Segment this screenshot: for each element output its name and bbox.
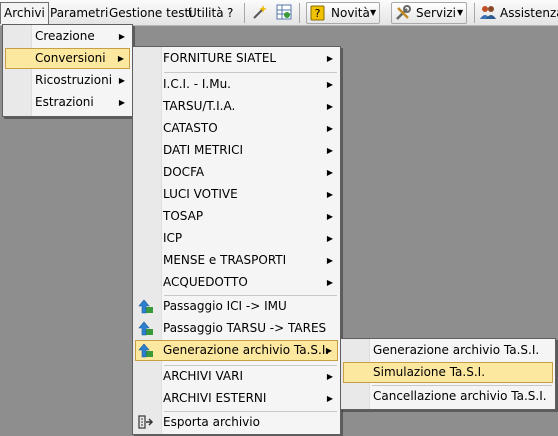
menu-item-label: Passaggio TARSU -> TARES — [163, 321, 327, 335]
menu-item-conversioni[interactable]: Conversioni ▶ — [5, 48, 130, 69]
menu-archivi[interactable]: Archivi — [0, 2, 49, 24]
menu-item-label: ACQUEDOTTO — [163, 275, 248, 289]
menu-item-icp[interactable]: ICP ▶ — [135, 228, 338, 249]
submenu-arrow-icon: ▶ — [326, 278, 333, 287]
tools-icon — [395, 5, 411, 21]
menu-item-label: LUCI VOTIVE — [163, 187, 238, 201]
menu-item-estrazioni[interactable]: Estrazioni ▶ — [5, 92, 130, 113]
menu-item-label: DATI METRICI — [163, 143, 244, 157]
menu-help[interactable]: ? — [227, 5, 233, 21]
menu-item-label: ARCHIVI VARI — [163, 369, 243, 383]
menu-item-catasto[interactable]: CATASTO ▶ — [135, 118, 338, 139]
menu-utilita[interactable]: Utilità — [188, 5, 224, 21]
menu-item-simulazione-tasi[interactable]: Simulazione Ta.S.I. — [343, 362, 553, 383]
submenu-arrow-icon: ▶ — [325, 346, 332, 355]
menu-item-label: MENSE e TRASPORTI — [163, 253, 287, 267]
upgrade-arrow-icon — [138, 298, 154, 314]
chevron-down-icon: ▼ — [457, 8, 464, 17]
menu-item-archivi-esterni[interactable]: ARCHIVI ESTERNI ▶ — [135, 388, 338, 409]
submenu-arrow-icon: ▶ — [326, 394, 333, 403]
magic-wand-icon[interactable] — [251, 4, 267, 20]
submenu-arrow-icon: ▶ — [326, 102, 333, 111]
help-book-icon: ? — [310, 5, 326, 21]
menu-item-label: ARCHIVI ESTERNI — [163, 391, 267, 405]
export-icon — [138, 414, 154, 430]
menubar: Archivi Parametri Gestione testi Utilità… — [0, 0, 558, 26]
menu-item-label: I.C.I. - I.Mu. — [163, 77, 231, 91]
menu-item-archivi-vari[interactable]: ARCHIVI VARI ▶ — [135, 366, 338, 387]
chevron-down-icon: ▼ — [370, 8, 377, 17]
submenu-arrow-icon: ▶ — [326, 372, 333, 381]
menu-item-label: Esporta archivio — [163, 415, 260, 429]
menu-item-label: DOCFA — [163, 165, 205, 179]
submenu-arrow-icon: ▶ — [326, 234, 333, 243]
menu-item-mense-trasporti[interactable]: MENSE e TRASPORTI ▶ — [135, 250, 338, 271]
submenu-arrow-icon: ▶ — [326, 212, 333, 221]
menu-item-label: Simulazione Ta.S.I. — [373, 365, 486, 379]
menu-item-label: ICP — [163, 231, 183, 245]
submenu-arrow-icon: ▶ — [118, 32, 125, 41]
menu-item-label: Ricostruzioni — [35, 73, 113, 87]
menu-item-generazione-archivio-tasi[interactable]: Generazione archivio Ta.S.I. — [343, 340, 553, 361]
toolbar-separator — [474, 3, 475, 23]
menu-item-label: FORNITURE SIATEL — [163, 51, 277, 65]
submenu-arrow-icon: ▶ — [117, 54, 124, 63]
menu-item-label: CATASTO — [163, 121, 218, 135]
menu-item-ici-imu[interactable]: I.C.I. - I.Mu. ▶ — [135, 74, 338, 95]
submenu-arrow-icon: ▶ — [118, 98, 125, 107]
toolbar-separator — [244, 3, 245, 23]
menu-item-passaggio-tarsu-tares[interactable]: Passaggio TARSU -> TARES — [135, 318, 338, 339]
menu-item-ricostruzioni[interactable]: Ricostruzioni ▶ — [5, 70, 130, 91]
menu-item-label: Conversioni — [35, 51, 106, 65]
assistenza-button[interactable]: Assistenza — [500, 5, 558, 21]
menu-item-label: TARSU/T.I.A. — [163, 99, 236, 113]
submenu-arrow-icon: ▶ — [326, 168, 333, 177]
menu-item-label: Creazione — [35, 29, 95, 43]
menu-item-creazione[interactable]: Creazione ▶ — [5, 26, 130, 47]
submenu-arrow-icon: ▶ — [326, 256, 333, 265]
submenu-arrow-icon: ▶ — [326, 54, 333, 63]
servizi-button[interactable]: Servizi ▼ — [391, 2, 467, 24]
toolbar-separator — [299, 3, 300, 23]
menu-item-docfa[interactable]: DOCFA ▶ — [135, 162, 338, 183]
submenu-arrow-icon: ▶ — [326, 80, 333, 89]
menu-item-luci-votive[interactable]: LUCI VOTIVE ▶ — [135, 184, 338, 205]
menu-item-label: Generazione archivio Ta.S.I. — [163, 343, 330, 357]
svg-text:?: ? — [315, 7, 321, 20]
menu-separator — [164, 72, 337, 73]
menu-item-esporta-archivio[interactable]: Esporta archivio — [135, 412, 338, 433]
menu-item-tarsu-tia[interactable]: TARSU/T.I.A. ▶ — [135, 96, 338, 117]
conversioni-menu: FORNITURE SIATEL ▶ I.C.I. - I.Mu. ▶ TARS… — [132, 46, 341, 435]
novita-button[interactable]: ? Novità ▼ — [306, 2, 380, 24]
submenu-arrow-icon: ▶ — [326, 124, 333, 133]
menu-parametri[interactable]: Parametri — [50, 5, 108, 21]
menu-item-label: Passaggio ICI -> IMU — [163, 299, 287, 313]
menu-gestione-testi[interactable]: Gestione testi — [109, 5, 193, 21]
tasi-menu: Generazione archivio Ta.S.I. Simulazione… — [340, 338, 556, 410]
menu-item-tosap[interactable]: TOSAP ▶ — [135, 206, 338, 227]
menu-item-generazione-tasi[interactable]: Generazione archivio Ta.S.I. ▶ — [135, 340, 338, 361]
menu-item-passaggio-ici-imu[interactable]: Passaggio ICI -> IMU — [135, 296, 338, 317]
upgrade-arrow-icon — [138, 342, 154, 358]
submenu-arrow-icon: ▶ — [118, 76, 125, 85]
submenu-arrow-icon: ▶ — [326, 146, 333, 155]
submenu-arrow-icon: ▶ — [326, 190, 333, 199]
menu-item-forniture-siatel[interactable]: FORNITURE SIATEL ▶ — [135, 48, 338, 69]
upgrade-arrow-icon — [138, 320, 154, 336]
users-icon[interactable] — [480, 4, 496, 20]
menu-item-label: Estrazioni — [35, 95, 94, 109]
menu-item-label: Generazione archivio Ta.S.I. — [373, 343, 540, 357]
menu-item-cancellazione-archivio-tasi[interactable]: Cancellazione archivio Ta.S.I. — [343, 386, 553, 407]
archivi-menu: Creazione ▶ Conversioni ▶ Ricostruzioni … — [2, 24, 133, 117]
novita-label: Novità — [331, 6, 370, 20]
menu-item-label: Cancellazione archivio Ta.S.I. — [373, 389, 547, 403]
grid-settings-icon[interactable] — [276, 4, 292, 20]
menu-item-label: TOSAP — [163, 209, 204, 223]
menu-item-acquedotto[interactable]: ACQUEDOTTO ▶ — [135, 272, 338, 293]
menu-item-dati-metrici[interactable]: DATI METRICI ▶ — [135, 140, 338, 161]
servizi-label: Servizi — [416, 6, 457, 20]
